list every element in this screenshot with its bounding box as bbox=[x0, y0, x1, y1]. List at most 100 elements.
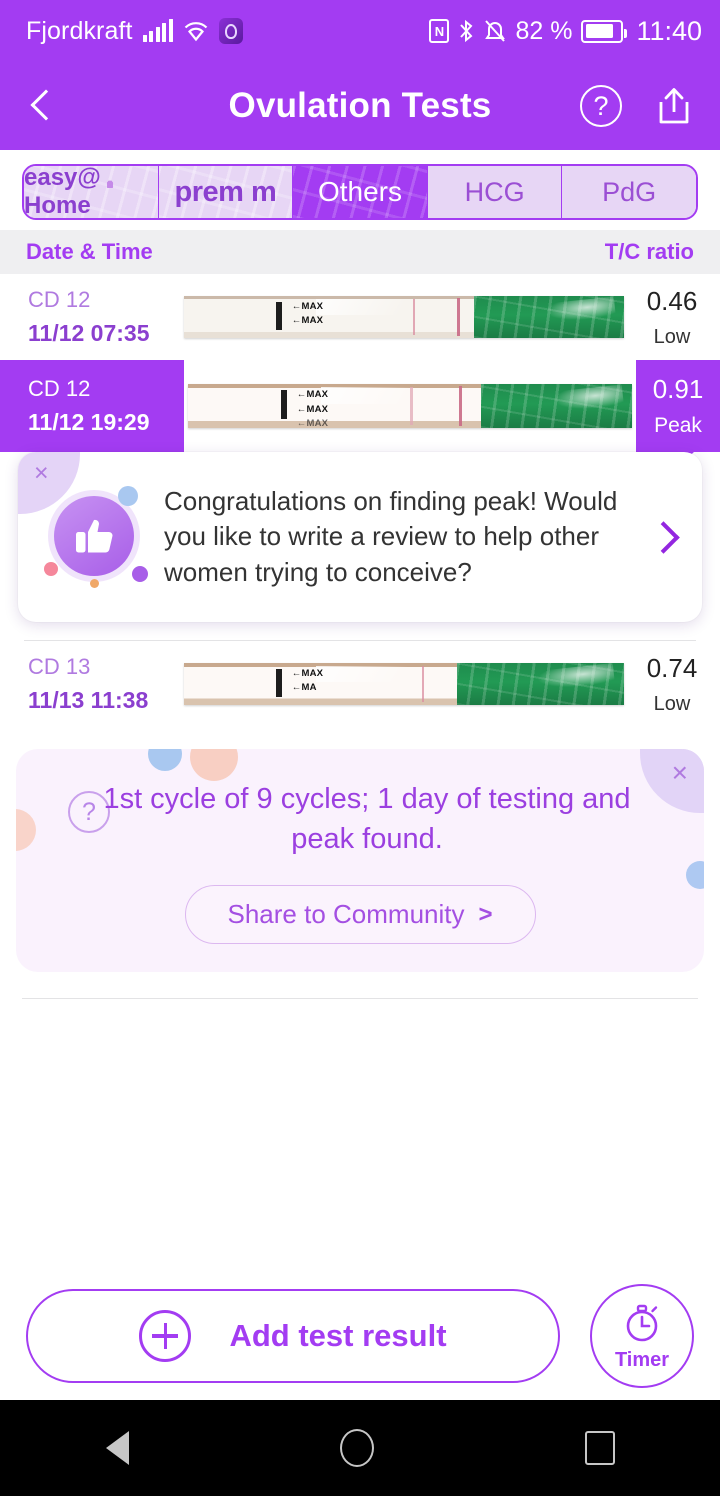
row-ratio-cell: 0.74 Low bbox=[624, 641, 720, 727]
strip-max-label: ←MAX bbox=[296, 389, 329, 401]
app-badge-icon bbox=[218, 18, 243, 44]
tab-pdg[interactable]: PdG bbox=[562, 166, 696, 218]
row-strip-cell[interactable]: ←MAX ←MA bbox=[184, 663, 624, 705]
datetime-label: 11/12 19:29 bbox=[28, 409, 150, 435]
header-actions: ? bbox=[580, 85, 694, 127]
recents-square-icon[interactable] bbox=[584, 1431, 615, 1465]
add-test-result-label: Add test result bbox=[229, 1318, 447, 1353]
nfc-icon: N bbox=[429, 19, 450, 43]
easy-home-label: easy@ Home bbox=[24, 166, 101, 218]
tab-others[interactable]: Others bbox=[293, 166, 428, 218]
premom-label: prem m bbox=[174, 175, 277, 208]
table-row[interactable]: CD 12 11/12 07:35 ←MAX ←MAX 0.46 Low bbox=[0, 274, 720, 360]
share-icon[interactable] bbox=[654, 85, 694, 127]
strip-gloss bbox=[316, 665, 431, 683]
carrier-label: Fjordkraft bbox=[26, 16, 133, 45]
column-header-date: Date & Time bbox=[26, 239, 153, 264]
strip-control-line bbox=[458, 385, 463, 427]
easy-home-logo: easy@ Home bbox=[24, 166, 158, 218]
cycle-summary-card: × ? 1st cycle of 9 cycles; 1 day of test… bbox=[16, 749, 704, 973]
datetime-label: 11/13 11:38 bbox=[28, 687, 149, 713]
cycle-day-label: CD 12 bbox=[28, 287, 91, 312]
clock-label: 11:40 bbox=[636, 15, 702, 46]
thumb-circle bbox=[54, 496, 134, 576]
decor-blob bbox=[148, 749, 182, 771]
cycle-summary-text: 1st cycle of 9 cycles; 1 day of testing … bbox=[103, 783, 631, 856]
android-nav-bar bbox=[0, 1400, 720, 1496]
row-date-cell: CD 13 11/13 11:38 bbox=[0, 641, 184, 727]
datetime-label: 11/12 07:35 bbox=[28, 320, 150, 346]
status-bar-right: N 82 % 11:40 bbox=[429, 16, 702, 47]
row-date-cell: CD 12 11/12 07:35 bbox=[0, 274, 184, 360]
strip-test-line bbox=[410, 386, 413, 426]
strip-green-handle bbox=[456, 663, 624, 705]
bottom-action-bar: Add test result Timer bbox=[0, 1272, 720, 1400]
review-prompt-card[interactable]: × Congratulations on finding peak! Would… bbox=[18, 452, 702, 622]
help-circle-icon[interactable]: ? bbox=[580, 85, 622, 127]
test-strip-image: ←MAX ←MAX ←MAX bbox=[188, 384, 632, 428]
ratio-value: 0.91 bbox=[652, 374, 704, 404]
back-button[interactable] bbox=[26, 89, 60, 123]
strip-max-label: ←MAX bbox=[291, 668, 324, 680]
status-badge: Peak bbox=[654, 414, 702, 437]
column-header-ratio: T/C ratio bbox=[604, 239, 694, 264]
close-summary-card-button[interactable]: × bbox=[640, 749, 704, 813]
strip-green-handle bbox=[474, 296, 624, 338]
strip-test-line bbox=[412, 298, 416, 336]
tab-hcg[interactable]: HCG bbox=[427, 166, 563, 218]
decor-dot-pink bbox=[44, 562, 58, 576]
battery-icon bbox=[581, 19, 628, 43]
decor-blob bbox=[686, 861, 704, 889]
test-strip-image: ←MAX ←MAX bbox=[184, 296, 624, 338]
row-ratio-cell: 0.91 Peak bbox=[636, 360, 720, 467]
tab-hcg-label: HCG bbox=[464, 176, 525, 207]
table-row[interactable]: CD 12 11/12 19:29 ←MAX ←MAX ←MAX 0.91 Pe… bbox=[0, 360, 720, 467]
chevron-right-icon: > bbox=[478, 900, 493, 928]
thumbs-up-icon bbox=[36, 478, 154, 596]
back-triangle-icon[interactable] bbox=[105, 1431, 129, 1465]
share-to-community-button[interactable]: Share to Community > bbox=[184, 885, 536, 945]
strip-max-bar bbox=[276, 668, 283, 697]
share-to-community-label: Share to Community bbox=[227, 899, 465, 930]
test-type-tabs: easy@ Home prem m Others HCG PdG bbox=[22, 164, 698, 220]
test-type-tabs-wrapper: easy@ Home prem m Others HCG PdG bbox=[0, 150, 720, 230]
timer-label: Timer bbox=[614, 1348, 670, 1371]
tab-premom[interactable]: prem m bbox=[158, 166, 294, 218]
decor-dot-blue bbox=[118, 486, 138, 506]
app-header: Ovulation Tests ? bbox=[0, 62, 720, 150]
strip-max-bar bbox=[281, 390, 288, 420]
stopwatch-icon bbox=[626, 1304, 658, 1341]
home-circle-icon[interactable] bbox=[339, 1429, 374, 1467]
table-row[interactable]: CD 13 11/13 11:38 ←MAX ←MA 0.74 Low bbox=[0, 641, 720, 727]
level-label: Low bbox=[653, 325, 691, 348]
strip-max-label: ←MAX bbox=[291, 315, 324, 327]
cycle-day-label: CD 13 bbox=[28, 654, 91, 679]
decor-blob bbox=[190, 749, 238, 781]
timer-button[interactable]: Timer bbox=[590, 1284, 694, 1388]
decor-dot-purple bbox=[132, 566, 148, 582]
close-icon: × bbox=[671, 757, 688, 788]
strip-max-bar bbox=[276, 301, 283, 330]
row-strip-cell[interactable]: ←MAX ←MAX bbox=[184, 296, 624, 338]
premom-logo: prem m bbox=[175, 176, 277, 209]
mute-icon bbox=[485, 20, 506, 42]
chevron-right-icon[interactable] bbox=[646, 520, 680, 554]
test-strip-image: ←MAX ←MA bbox=[184, 663, 624, 705]
plus-circle-icon bbox=[139, 1310, 192, 1362]
row-strip-cell[interactable]: ←MAX ←MAX ←MAX bbox=[184, 384, 636, 428]
strip-gloss bbox=[321, 386, 437, 405]
cycle-day-label: CD 12 bbox=[28, 376, 91, 401]
decor-blob bbox=[16, 809, 36, 851]
sunburst-icon bbox=[106, 180, 113, 188]
level-label: Low bbox=[653, 692, 691, 715]
thumbs-up-glyph bbox=[76, 519, 113, 553]
add-test-result-button[interactable]: Add test result bbox=[26, 1289, 560, 1383]
strip-test-line bbox=[421, 665, 425, 703]
strip-control-line bbox=[456, 297, 461, 337]
tab-easy-home[interactable]: easy@ Home bbox=[24, 166, 159, 218]
review-message: Congratulations on finding peak! Would y… bbox=[164, 485, 618, 587]
strip-max-label: ←MAX bbox=[296, 404, 329, 416]
row-date-cell: CD 12 11/12 19:29 bbox=[0, 360, 184, 452]
strip-max-label: ←MAX bbox=[291, 301, 324, 313]
status-bar-left: Fjordkraft bbox=[26, 17, 243, 46]
